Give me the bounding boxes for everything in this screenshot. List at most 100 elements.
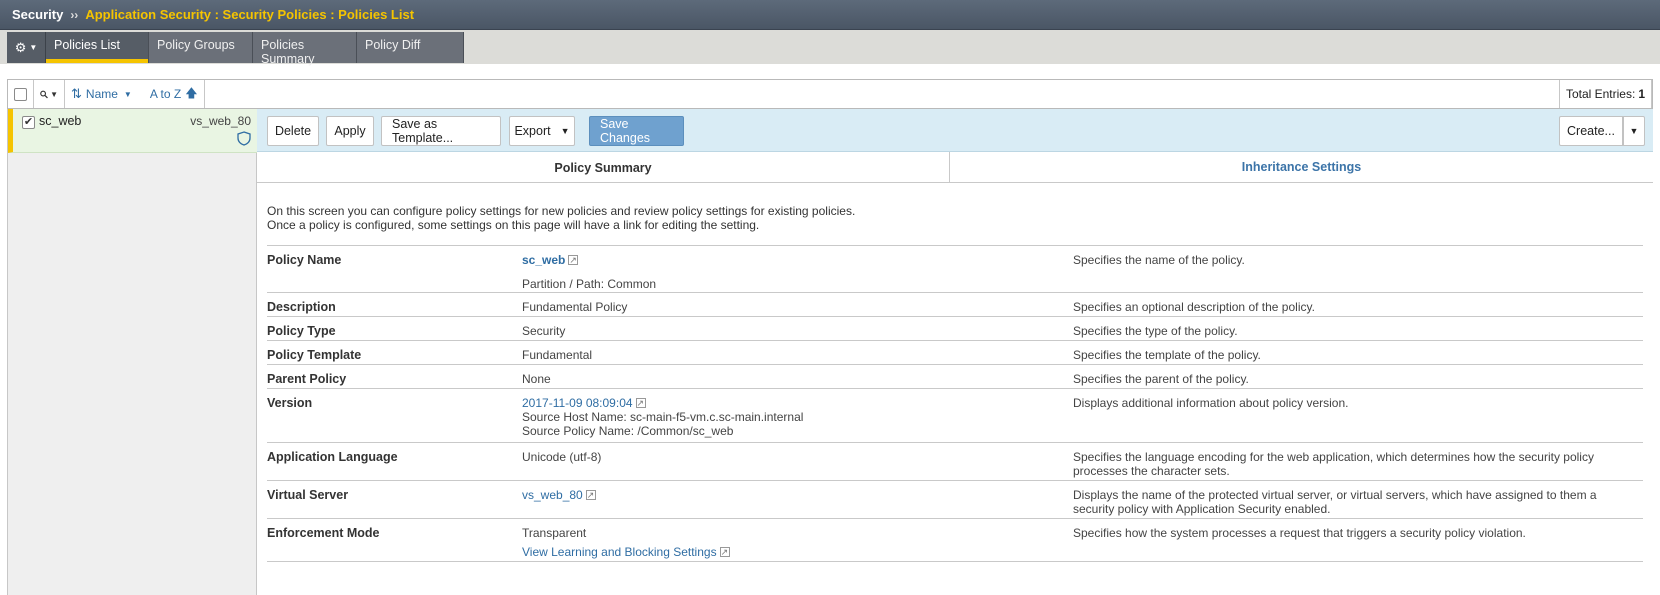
tab-policies-summary[interactable]: Policies Summary xyxy=(253,32,357,66)
description-value: Fundamental Policy xyxy=(522,300,628,314)
shield-icon xyxy=(237,131,251,146)
search-icon xyxy=(40,90,48,98)
tab-policy-groups[interactable]: Policy Groups xyxy=(149,32,253,63)
tab-label: Policies List xyxy=(54,38,120,52)
tab-label: Policies Summary xyxy=(261,38,315,66)
export-label: Export xyxy=(514,124,551,138)
policy-summary-panel: On this screen you can configure policy … xyxy=(257,183,1653,595)
chevron-down-icon: ▼ xyxy=(123,89,132,99)
options-menu-button[interactable]: ⚙ ▼ xyxy=(7,32,46,63)
tab-label: Policy Diff xyxy=(365,38,421,52)
parent-policy-value: None xyxy=(522,372,551,386)
version-label: Version xyxy=(267,396,313,410)
policy-list-pane: ✔ sc_web vs_web_80 xyxy=(7,109,257,595)
view-learning-blocking-link[interactable]: View Learning and Blocking Settings xyxy=(522,545,717,559)
source-policy-name: Source Policy Name: /Common/sc_web xyxy=(522,424,734,438)
parent-policy-desc: Specifies the parent of the policy. xyxy=(1073,372,1249,386)
source-host-name: Source Host Name: sc-main-f5-vm.c.sc-mai… xyxy=(522,410,804,424)
enforcement-mode-value: Transparent View Learning and Blocking S… xyxy=(522,526,730,559)
policy-checkbox[interactable]: ✔ xyxy=(22,116,35,129)
policy-name-link[interactable]: sc_web xyxy=(522,253,565,267)
total-entries: Total Entries: 1 xyxy=(1558,80,1652,108)
sort-control: ⇅ Name ▼ A to Z 🡅 xyxy=(65,80,205,108)
policy-type-label: Policy Type xyxy=(267,324,336,338)
row-application-language: Application Language Unicode (utf-8) Spe… xyxy=(267,442,1643,480)
total-entries-count: 1 xyxy=(1638,87,1645,101)
intro-line-1: On this screen you can configure policy … xyxy=(267,204,856,218)
policy-template-desc: Specifies the template of the policy. xyxy=(1073,348,1261,362)
policy-template-label: Policy Template xyxy=(267,348,362,362)
enforcement-mode-desc: Specifies how the system processes a req… xyxy=(1073,526,1526,540)
enforcement-mode-text: Transparent xyxy=(522,526,587,540)
partition-path: Partition / Path: Common xyxy=(522,277,657,291)
tab-policy-summary[interactable]: Policy Summary xyxy=(257,152,950,183)
row-description: Description Fundamental Policy Specifies… xyxy=(267,292,1643,316)
tab-policies-list[interactable]: Policies List xyxy=(46,32,149,63)
breadcrumb-root[interactable]: Security xyxy=(12,7,63,22)
chevron-down-icon: ▼ xyxy=(29,43,38,52)
breadcrumb-separator: ›› xyxy=(70,7,79,22)
policy-type-desc: Specifies the type of the policy. xyxy=(1073,324,1238,338)
version-value: 2017-11-09 08:09:04 Source Host Name: sc… xyxy=(522,396,803,438)
chevron-down-icon: ▼ xyxy=(50,89,58,99)
tab-inheritance-settings[interactable]: Inheritance Settings xyxy=(950,152,1653,183)
row-policy-name: Policy Name sc_web Partition / Path: Com… xyxy=(267,245,1643,292)
policy-name-desc: Specifies the name of the policy. xyxy=(1073,253,1245,267)
external-link-icon[interactable] xyxy=(635,396,646,410)
total-entries-label: Total Entries: xyxy=(1565,87,1636,101)
save-as-template-button[interactable]: Save as Template... xyxy=(381,116,501,146)
virtual-server-label: Virtual Server xyxy=(267,488,349,502)
action-bar: Delete Apply Save as Template... Export … xyxy=(257,109,1653,152)
intro-text: On this screen you can configure policy … xyxy=(267,204,855,232)
tab-label: Policy Groups xyxy=(157,38,235,52)
policy-item-virtual-server: vs_web_80 xyxy=(190,114,251,128)
external-link-icon[interactable] xyxy=(568,253,579,267)
save-changes-button[interactable]: Save Changes xyxy=(589,116,684,146)
row-policy-type: Policy Type Security Specifies the type … xyxy=(267,316,1643,340)
select-all-cell xyxy=(8,80,34,108)
apply-button[interactable]: Apply xyxy=(326,116,374,146)
chevron-down-icon: ▼ xyxy=(560,126,570,136)
delete-button[interactable]: Delete xyxy=(267,116,319,146)
external-link-icon[interactable] xyxy=(585,488,596,502)
list-toolbar: ▼ ⇅ Name ▼ A to Z 🡅 Total Entries: 1 xyxy=(7,79,1653,109)
policy-item-name: sc_web xyxy=(39,114,82,128)
virtual-server-link[interactable]: vs_web_80 xyxy=(522,488,583,502)
sort-up-arrow-icon[interactable]: 🡅 xyxy=(185,84,197,105)
virtual-server-value: vs_web_80 xyxy=(522,488,596,502)
tab-strip: ⚙ ▼ Policies List Policy Groups Policies… xyxy=(0,30,1660,66)
app-language-value: Unicode (utf-8) xyxy=(522,450,602,464)
chevron-down-icon: ▼ xyxy=(1629,126,1639,136)
version-link[interactable]: 2017-11-09 08:09:04 xyxy=(522,396,633,410)
create-button[interactable]: Create... xyxy=(1559,116,1623,146)
sort-order-toggle[interactable]: A to Z xyxy=(150,87,181,101)
version-desc: Displays additional information about po… xyxy=(1073,396,1349,410)
description-label: Description xyxy=(267,300,336,314)
sort-field-select[interactable]: Name xyxy=(86,87,118,101)
app-language-label: Application Language xyxy=(267,450,398,464)
policy-list-item[interactable]: ✔ sc_web vs_web_80 xyxy=(8,109,257,153)
intro-line-2: Once a policy is configured, some settin… xyxy=(267,218,760,232)
sub-tabs: Policy Summary Inheritance Settings xyxy=(257,152,1653,183)
policy-name-value: sc_web Partition / Path: Common xyxy=(522,253,656,291)
enforcement-mode-label: Enforcement Mode xyxy=(267,526,380,540)
policy-template-value: Fundamental xyxy=(522,348,593,362)
search-button[interactable]: ▼ xyxy=(34,80,65,108)
policy-type-value: Security xyxy=(522,324,566,338)
tab-policy-diff[interactable]: Policy Diff xyxy=(357,32,464,63)
row-virtual-server: Virtual Server vs_web_80 Displays the na… xyxy=(267,480,1643,518)
row-parent-policy: Parent Policy None Specifies the parent … xyxy=(267,364,1643,388)
external-link-icon[interactable] xyxy=(719,545,730,559)
sort-icon: ⇅ xyxy=(71,86,82,101)
breadcrumb: Security ›› Application Security : Secur… xyxy=(0,0,1660,30)
export-button[interactable]: Export ▼ xyxy=(509,116,575,146)
parent-policy-label: Parent Policy xyxy=(267,372,347,386)
select-all-checkbox[interactable] xyxy=(14,87,27,101)
create-dropdown-button[interactable]: ▼ xyxy=(1623,116,1645,146)
policy-name-label: Policy Name xyxy=(267,253,342,267)
row-enforcement-mode: Enforcement Mode Transparent View Learni… xyxy=(267,518,1643,562)
row-policy-template: Policy Template Fundamental Specifies th… xyxy=(267,340,1643,364)
virtual-server-desc: Displays the name of the protected virtu… xyxy=(1073,488,1597,516)
app-language-desc: Specifies the language encoding for the … xyxy=(1073,450,1594,478)
description-desc: Specifies an optional description of the… xyxy=(1073,300,1315,314)
